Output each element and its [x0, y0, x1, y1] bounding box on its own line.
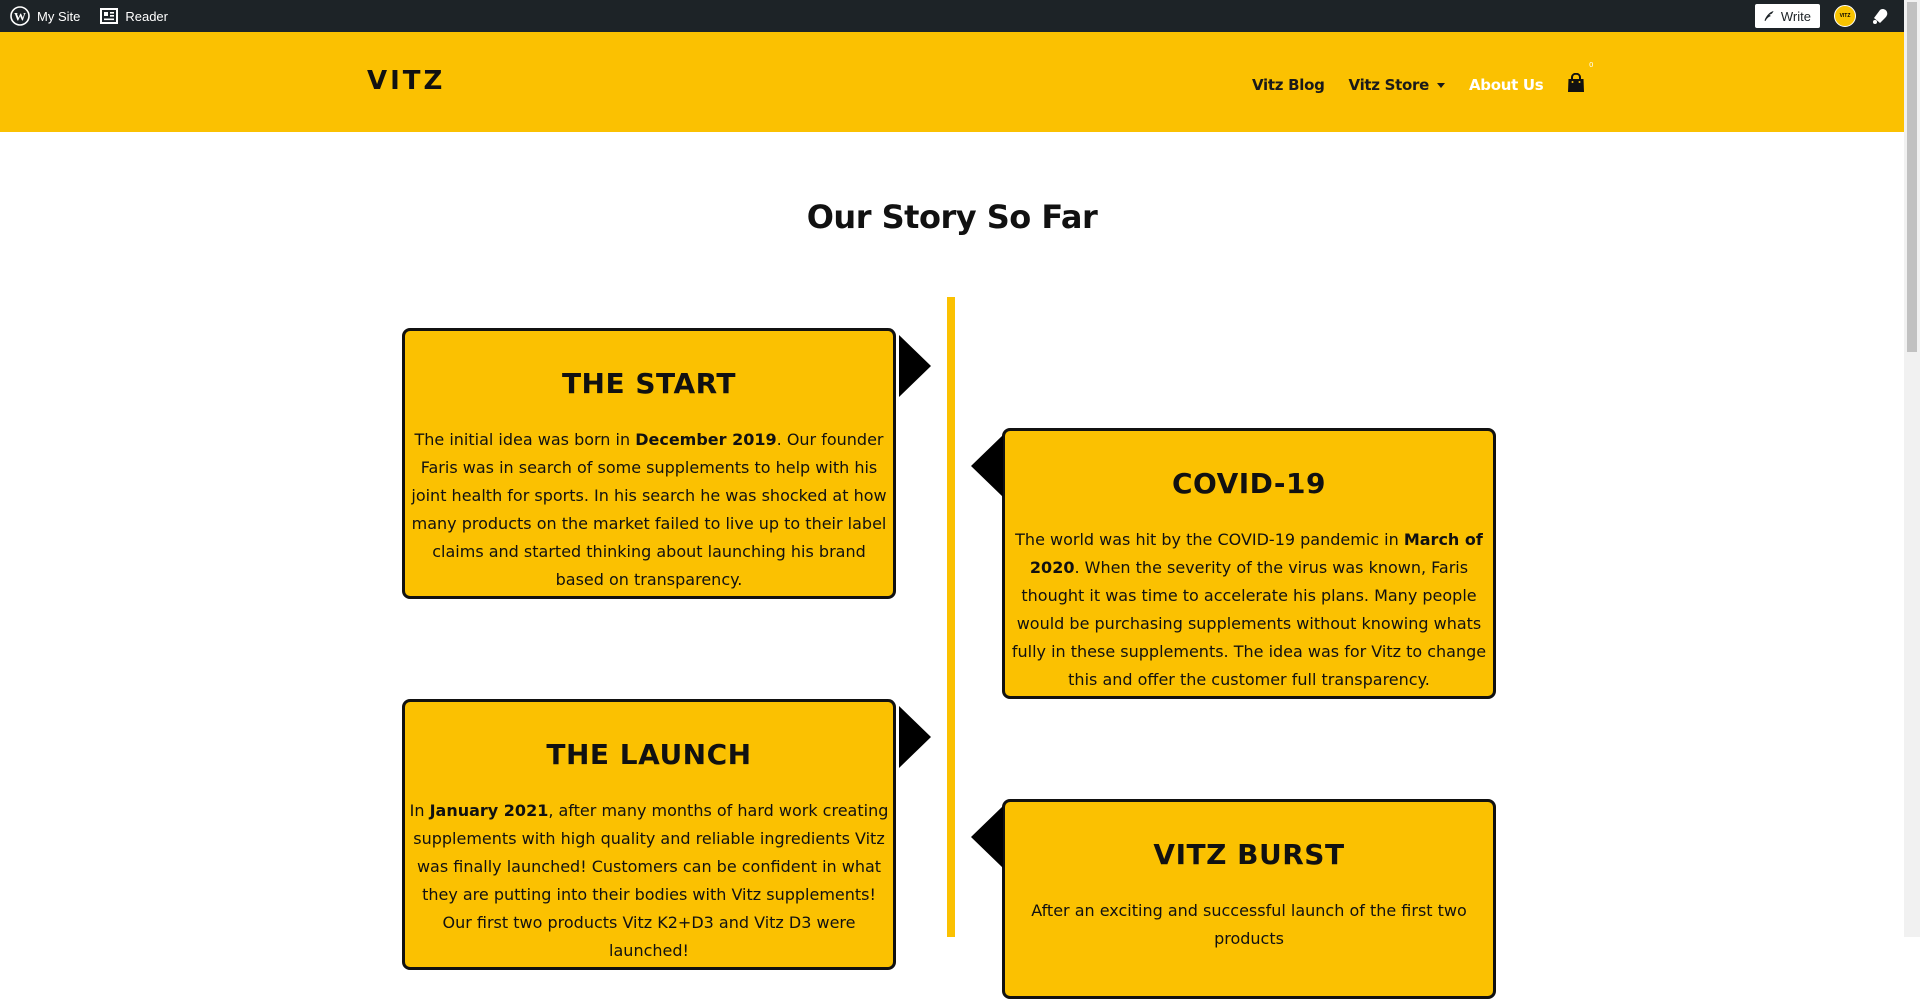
chevron-down-icon — [1437, 83, 1445, 88]
scrollbar-thumb[interactable] — [1907, 2, 1917, 352]
site-logo[interactable]: VITZ — [367, 66, 445, 96]
reader-label: Reader — [125, 8, 168, 24]
pen-icon — [1763, 10, 1775, 22]
card-title: COVID-19 — [1171, 467, 1327, 500]
timeline-line — [947, 297, 955, 937]
card-text-date: December 2019 — [635, 430, 777, 449]
cart-count: 0 — [1588, 61, 1594, 69]
my-site-link[interactable]: W My Site — [0, 0, 90, 32]
card-text-part: The world was hit by the COVID-19 pandem… — [1015, 530, 1404, 549]
write-button[interactable]: Write — [1754, 4, 1820, 28]
admin-bar: W My Site Reader Write VITZ — [0, 0, 1904, 32]
timeline-card-the-start: THE START The initial idea was born in D… — [402, 328, 896, 599]
site-header: VITZ Vitz Blog Vitz Store About Us 0 — [0, 32, 1904, 132]
timeline-arrow-right — [899, 335, 931, 397]
card-text: The initial idea was born in December 20… — [409, 426, 889, 594]
card-text-part: . When the severity of the virus was kno… — [1011, 558, 1487, 689]
admin-bar-right: Write VITZ — [1754, 0, 1904, 32]
timeline-card-the-launch: THE LAUNCH In January 2021, after many m… — [402, 699, 896, 970]
card-text-date: January 2021 — [429, 801, 549, 820]
timeline-card-covid-19: COVID-19 The world was hit by the COVID-… — [1002, 428, 1496, 699]
cart-button[interactable]: 0 — [1567, 61, 1593, 97]
card-text-part: . Our founder Faris was in search of som… — [411, 430, 887, 589]
card-text-part: After an exciting and successful launch … — [1031, 901, 1467, 948]
card-title: THE START — [561, 367, 737, 400]
shopping-bag-icon — [1567, 72, 1585, 97]
reader-icon — [100, 8, 119, 24]
card-title: VITZ BURST — [1153, 838, 1345, 871]
card-text: The world was hit by the COVID-19 pandem… — [1009, 526, 1489, 694]
card-title: THE LAUNCH — [546, 738, 752, 771]
avatar-text: VITZ — [1839, 13, 1851, 19]
page-scrollbar[interactable] — [1904, 0, 1920, 937]
my-site-label: My Site — [37, 8, 81, 24]
timeline-card-vitz-burst: VITZ BURST After an exciting and success… — [1002, 799, 1496, 999]
timeline-arrow-left — [971, 806, 1003, 868]
nav-vitz-store-label: Vitz Store — [1348, 76, 1430, 94]
wordpress-logo-icon: W — [10, 6, 30, 26]
nav-about-us[interactable]: About Us — [1469, 76, 1544, 94]
user-avatar[interactable]: VITZ — [1834, 5, 1856, 27]
card-text-part: In — [409, 801, 430, 820]
card-text-part: The initial idea was born in — [414, 430, 636, 449]
timeline-arrow-right — [899, 706, 931, 768]
reader-link[interactable]: Reader — [90, 0, 178, 32]
card-text: After an exciting and successful launch … — [1009, 897, 1489, 953]
write-label: Write — [1780, 8, 1811, 24]
page-title: Our Story So Far — [806, 198, 1098, 236]
card-text-part: , after many months of hard work creatin… — [413, 801, 889, 960]
nav-vitz-blog[interactable]: Vitz Blog — [1252, 76, 1325, 94]
nav-vitz-store[interactable]: Vitz Store — [1349, 76, 1445, 94]
svg-text:W: W — [14, 10, 26, 24]
main-nav: Vitz Blog Vitz Store About Us 0 — [1252, 61, 1593, 97]
timeline-arrow-left — [971, 435, 1003, 497]
card-text: In January 2021, after many months of ha… — [409, 797, 889, 965]
notifications-bell-icon[interactable] — [1870, 7, 1890, 25]
